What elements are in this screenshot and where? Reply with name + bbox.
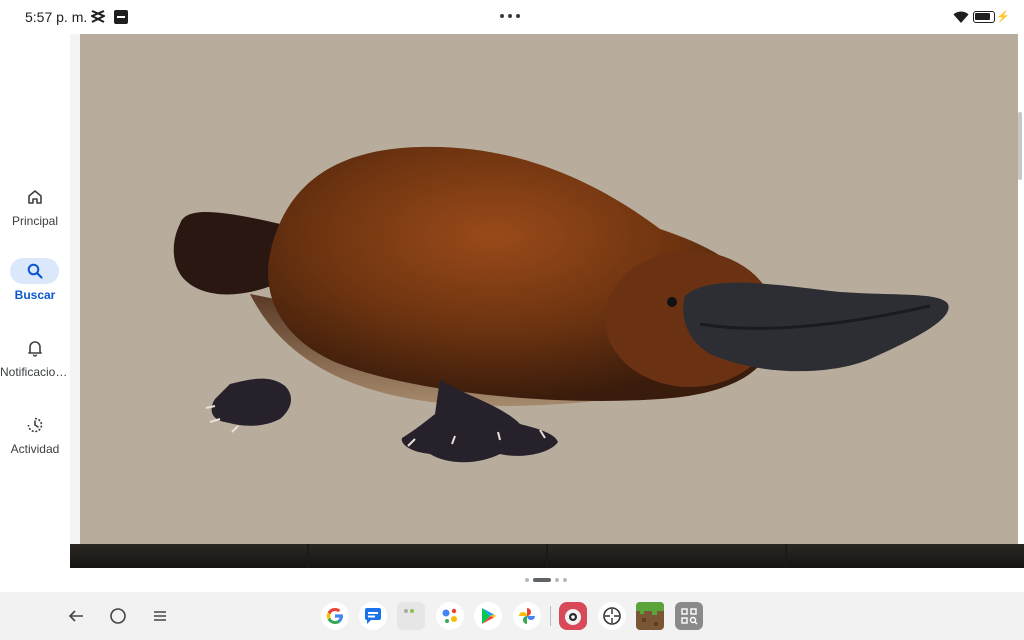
scrollbar[interactable] [1018,112,1022,180]
nav-label-actividad: Actividad [10,442,60,456]
mobile-game-app-icon[interactable] [559,602,587,630]
wifi-icon [953,11,969,23]
nav-label-principal: Principal [11,214,59,228]
rail-divider [70,34,80,544]
capcut-icon [91,10,105,23]
battery-icon [973,11,995,23]
home-circle-icon[interactable] [108,606,128,626]
photos-app-icon[interactable] [513,602,541,630]
assistant-app-icon[interactable] [436,602,464,630]
thumbnail[interactable] [309,544,546,568]
activity-icon [10,412,59,438]
page-indicator [525,578,567,582]
minecraft-app-icon[interactable] [636,602,664,630]
nav-item-notificaciones[interactable]: Notificaciones [0,335,70,399]
tracking-app-icon[interactable] [598,602,626,630]
page-dot [563,578,567,582]
thumbnail[interactable] [787,544,1024,568]
page-dot [555,578,559,582]
google-app-icon[interactable] [321,602,349,630]
more-dots-icon[interactable] [500,14,520,18]
thumbnail[interactable] [548,544,785,568]
platypus-image[interactable] [80,34,1018,544]
thumbnail[interactable] [70,544,307,568]
qr-scanner-app-icon[interactable] [675,602,703,630]
nav-item-buscar[interactable]: Buscar [0,258,70,322]
status-time: 5:57 p. m. [25,9,88,25]
play-store-app-icon[interactable] [474,602,502,630]
thumbnail-strip [70,544,1024,568]
nav-item-principal[interactable]: Principal [0,184,70,248]
nav-label-buscar: Buscar [14,288,56,302]
back-icon[interactable] [66,606,86,626]
page-dot [525,578,529,582]
page-dot-active [533,578,551,582]
recents-menu-icon[interactable] [150,606,170,626]
taskbar [0,592,1024,640]
app-folder-icon[interactable] [397,602,425,630]
nav-label-notificaciones: Notificaciones [0,365,70,379]
dock-separator [550,606,551,626]
status-bar: 5:57 p. m. ⚡ [0,0,1024,34]
search-icon [10,258,59,284]
navigation-rail: Principal Buscar Notificaciones Activida… [0,34,70,592]
home-icon [10,184,59,210]
bell-icon [10,335,59,361]
messages-app-icon[interactable] [359,602,387,630]
nav-item-actividad[interactable]: Actividad [0,412,70,476]
app-notification-icon [114,10,128,24]
charging-icon: ⚡ [996,11,1010,23]
